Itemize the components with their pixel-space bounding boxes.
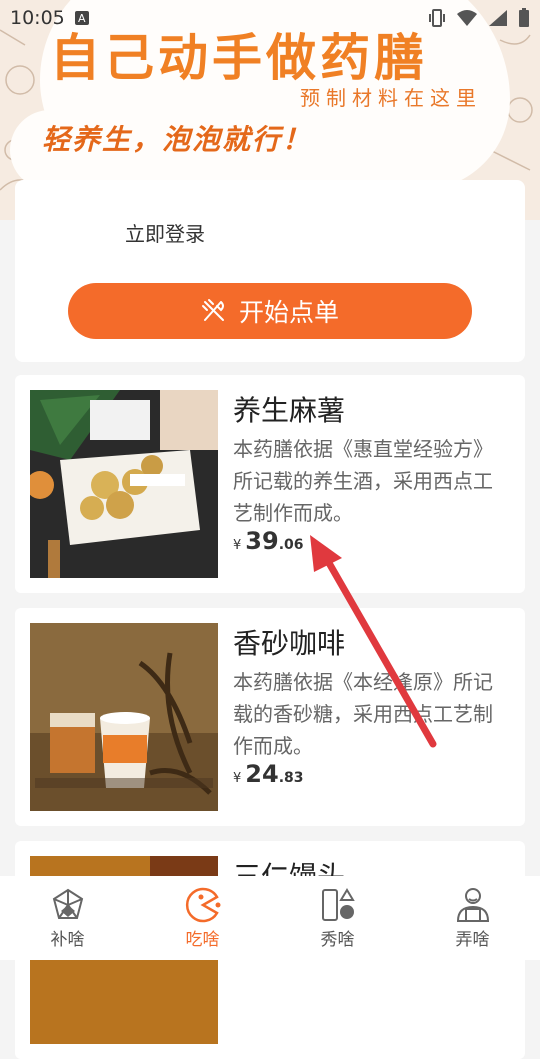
price-integer: 24 <box>245 760 279 788</box>
vibrate-icon <box>429 9 445 27</box>
login-card: 立即登录 开始点单 <box>15 180 525 362</box>
nav-label: 补啥 <box>50 929 85 950</box>
status-icons <box>428 8 530 28</box>
bottom-navigation: 补啥 吃啥 秀啥 弄啥 <box>0 876 540 960</box>
utensils-icon <box>201 299 224 321</box>
product-price: ¥ 24 .83 <box>233 760 304 788</box>
product-price: ¥ 39 .06 <box>233 527 304 555</box>
banner-subtitle: 预制材料在这里 <box>300 86 482 110</box>
product-card[interactable]: 养生麻薯 本药膳依据《惠直堂经验方》所记载的养生酒，采用西点工艺制作而成。 ¥ … <box>15 375 525 593</box>
banner-slogan: 轻养生，泡泡就行！ <box>42 123 313 156</box>
start-order-button[interactable]: 开始点单 <box>68 283 472 339</box>
product-image <box>30 623 218 811</box>
nav-item-chiwhat[interactable]: 吃啥 <box>135 876 270 960</box>
product-title: 养生麻薯 <box>233 394 346 427</box>
wifi-icon <box>457 10 477 26</box>
status-time: 10:05 <box>10 7 65 29</box>
nav-label: 秀啥 <box>320 929 355 950</box>
status-bar: 10:05 A <box>0 0 540 36</box>
price-decimal: .06 <box>278 537 304 553</box>
nav-label: 吃啥 <box>185 929 220 950</box>
product-description: 本药膳依据《本经逢原》所记载的香砂糖，采用西点工艺制作而成。 <box>233 670 493 758</box>
nutrition-icon <box>52 888 83 919</box>
pacman-icon <box>185 887 220 922</box>
product-description: 本药膳依据《惠直堂经验方》所记载的养生酒，采用西点工艺制作而成。 <box>233 437 493 525</box>
price-decimal: .83 <box>278 770 304 786</box>
battery-icon <box>519 8 529 27</box>
start-order-label: 开始点单 <box>238 298 339 327</box>
shapes-icon <box>321 887 355 921</box>
product-image <box>30 390 218 578</box>
chef-icon <box>456 887 489 922</box>
nav-item-buwhat[interactable]: 补啥 <box>0 876 135 960</box>
product-card[interactable]: 香砂咖啡 本药膳依据《本经逢原》所记载的香砂糖，采用西点工艺制作而成。 ¥ 24… <box>15 608 525 826</box>
notification-icon: A <box>74 11 89 25</box>
nav-label: 弄啥 <box>455 929 490 950</box>
price-currency: ¥ <box>233 538 242 553</box>
product-title: 香砂咖啡 <box>233 627 346 660</box>
nav-item-nongwhat[interactable]: 弄啥 <box>405 876 540 960</box>
login-link[interactable]: 立即登录 <box>125 218 205 247</box>
price-currency: ¥ <box>233 771 242 786</box>
signal-icon <box>489 10 507 26</box>
nav-item-xiuwhat[interactable]: 秀啥 <box>270 876 405 960</box>
price-integer: 39 <box>245 527 279 555</box>
